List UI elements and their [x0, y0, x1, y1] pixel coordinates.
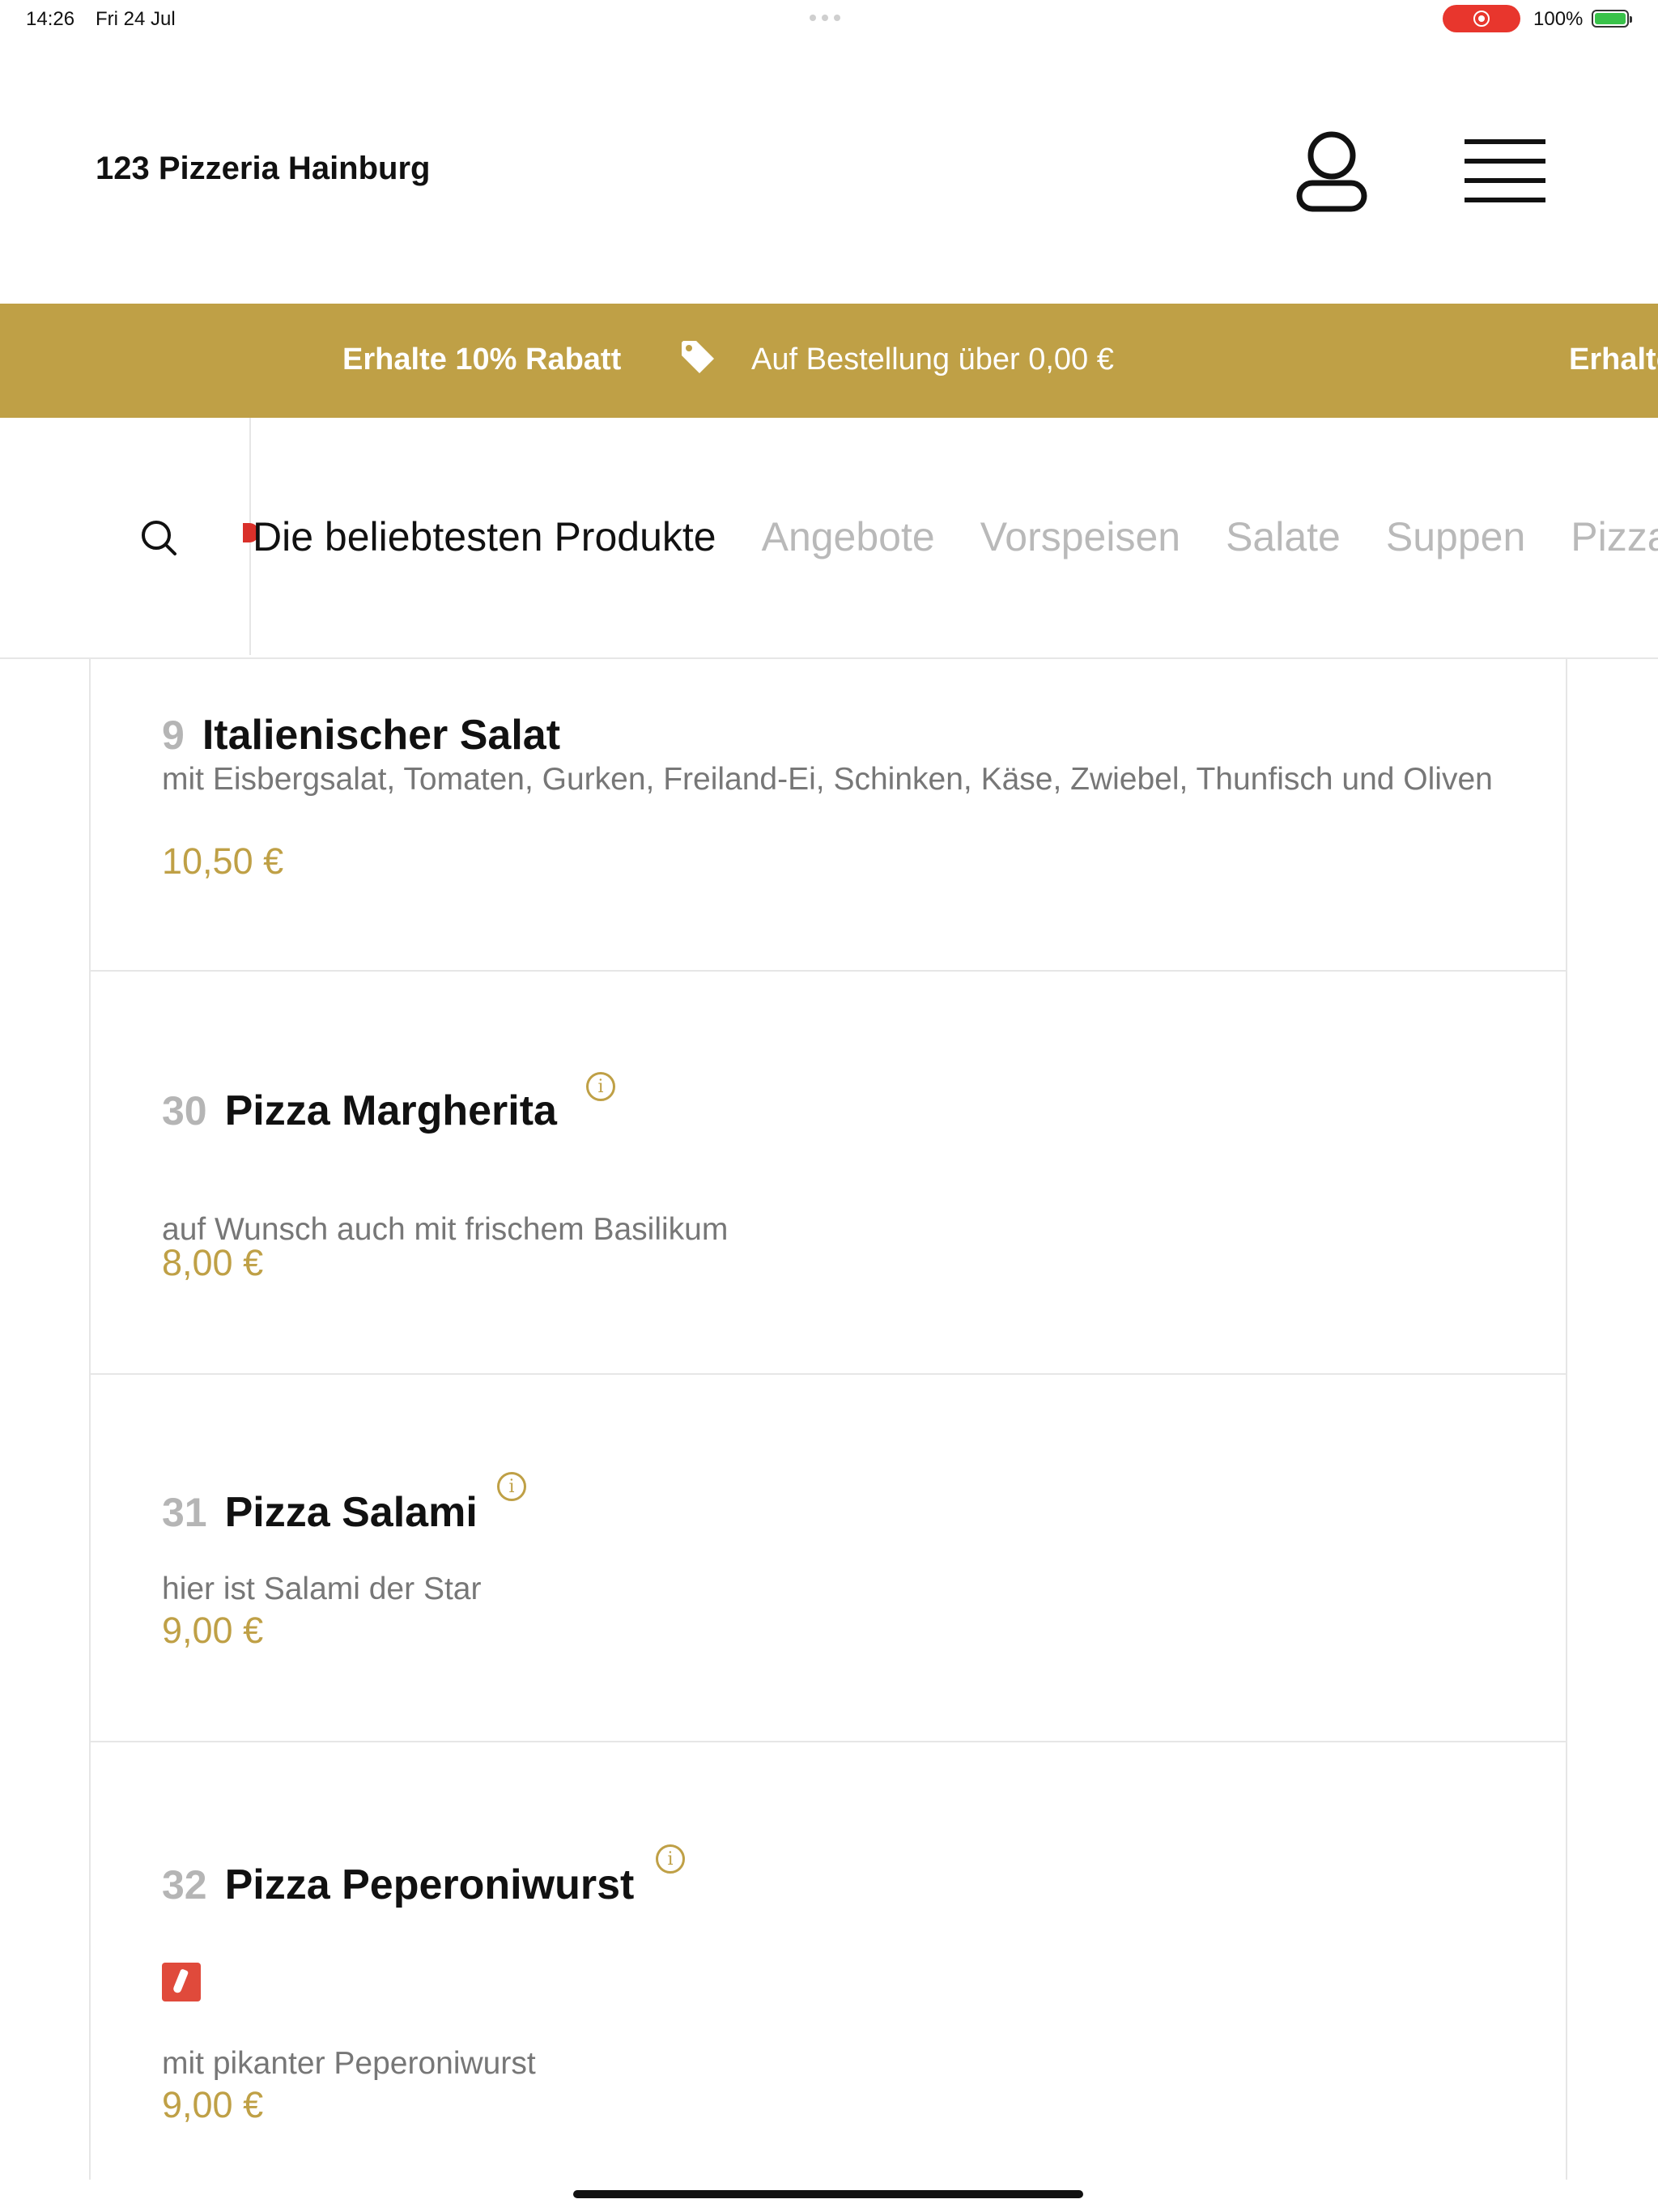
- product-price: 9,00 €: [162, 1610, 264, 1651]
- tab-pizza[interactable]: Pizza: [1571, 513, 1658, 560]
- tab-offers[interactable]: Angebote: [762, 513, 935, 560]
- tab-salads[interactable]: Salate: [1226, 513, 1341, 560]
- product-title-row: 31 Pizza Salami: [162, 1488, 478, 1537]
- product-number: 31: [162, 1490, 207, 1535]
- category-navigation: Die beliebtesten Produkte Angebote Vorsp…: [0, 418, 1658, 659]
- product-item[interactable]: 9 Italienischer Salat mit Eisbergsalat, …: [91, 657, 1566, 972]
- product-name: Pizza Margherita: [224, 1087, 557, 1134]
- product-item[interactable]: 31 Pizza Salami i hier ist Salami der St…: [91, 1375, 1566, 1742]
- battery-percent: 100%: [1533, 8, 1584, 30]
- promo-banner: Erhalte 10% Rabatt Auf Bestellung über 0…: [0, 304, 1658, 418]
- product-title-row: 30 Pizza Margherita: [162, 1087, 557, 1135]
- menu-button[interactable]: [1461, 134, 1554, 207]
- screen-recording-icon[interactable]: [1443, 5, 1520, 32]
- status-bar: 14:26 Fri 24 Jul 100%: [0, 0, 1658, 39]
- product-list: 9 Italienischer Salat mit Eisbergsalat, …: [89, 657, 1567, 2180]
- product-name: Pizza Salami: [224, 1489, 478, 1536]
- spicy-chili-icon: [162, 1963, 201, 2001]
- promo-condition-text: Auf Bestellung über 0,00 €: [751, 342, 1114, 376]
- product-price: 8,00 €: [162, 1242, 264, 1283]
- tab-starters[interactable]: Vorspeisen: [980, 513, 1180, 560]
- tag-icon: [678, 338, 717, 376]
- info-icon[interactable]: i: [497, 1472, 526, 1501]
- product-number: 9: [162, 713, 185, 758]
- restaurant-name[interactable]: 123 Pizzeria Hainburg: [96, 151, 430, 187]
- product-description: auf Wunsch auch mit frischem Basilikum: [162, 1212, 729, 1247]
- status-date: Fri 24 Jul: [96, 8, 176, 30]
- status-time: 14:26: [26, 8, 75, 30]
- info-icon[interactable]: i: [656, 1844, 685, 1874]
- tab-popular-products[interactable]: Die beliebtesten Produkte: [253, 513, 716, 560]
- info-icon[interactable]: i: [586, 1072, 615, 1101]
- search-button[interactable]: [0, 418, 251, 655]
- category-tabs: Die beliebtesten Produkte Angebote Vorsp…: [253, 418, 1658, 655]
- hamburger-menu-icon: [1465, 139, 1545, 202]
- user-account-button[interactable]: [1287, 126, 1376, 215]
- product-title-row: 32 Pizza Peperoniwurst: [162, 1861, 634, 1909]
- product-price: 9,00 €: [162, 2084, 264, 2125]
- tab-soups[interactable]: Suppen: [1386, 513, 1525, 560]
- home-indicator[interactable]: [573, 2190, 1083, 2198]
- product-title-row: 9 Italienischer Salat: [162, 711, 560, 759]
- product-item[interactable]: 32 Pizza Peperoniwurst i mit pikanter Pe…: [91, 1742, 1566, 2180]
- product-description: mit Eisbergsalat, Tomaten, Gurken, Freil…: [162, 762, 1493, 797]
- product-number: 32: [162, 1862, 207, 1908]
- product-item[interactable]: 30 Pizza Margherita i auf Wunsch auch mi…: [91, 972, 1566, 1375]
- multitasking-dots-icon[interactable]: [810, 15, 840, 21]
- product-description: mit pikanter Peperoniwurst: [162, 2046, 536, 2081]
- search-icon: [142, 521, 176, 555]
- product-description: hier ist Salami der Star: [162, 1572, 482, 1606]
- product-number: 30: [162, 1088, 207, 1134]
- app-header: 123 Pizzeria Hainburg: [0, 39, 1658, 304]
- promo-discount-text: Erhalte 10% Rabatt: [342, 342, 622, 376]
- product-price: 10,50 €: [162, 840, 284, 882]
- product-name: Pizza Peperoniwurst: [224, 1861, 635, 1908]
- product-name: Italienischer Salat: [202, 712, 561, 759]
- battery-fill: [1595, 13, 1626, 24]
- user-icon: [1296, 131, 1367, 212]
- battery-icon: [1592, 10, 1632, 28]
- promo-discount-text-repeat: Erhalte 10% Rabatt: [1569, 342, 1658, 376]
